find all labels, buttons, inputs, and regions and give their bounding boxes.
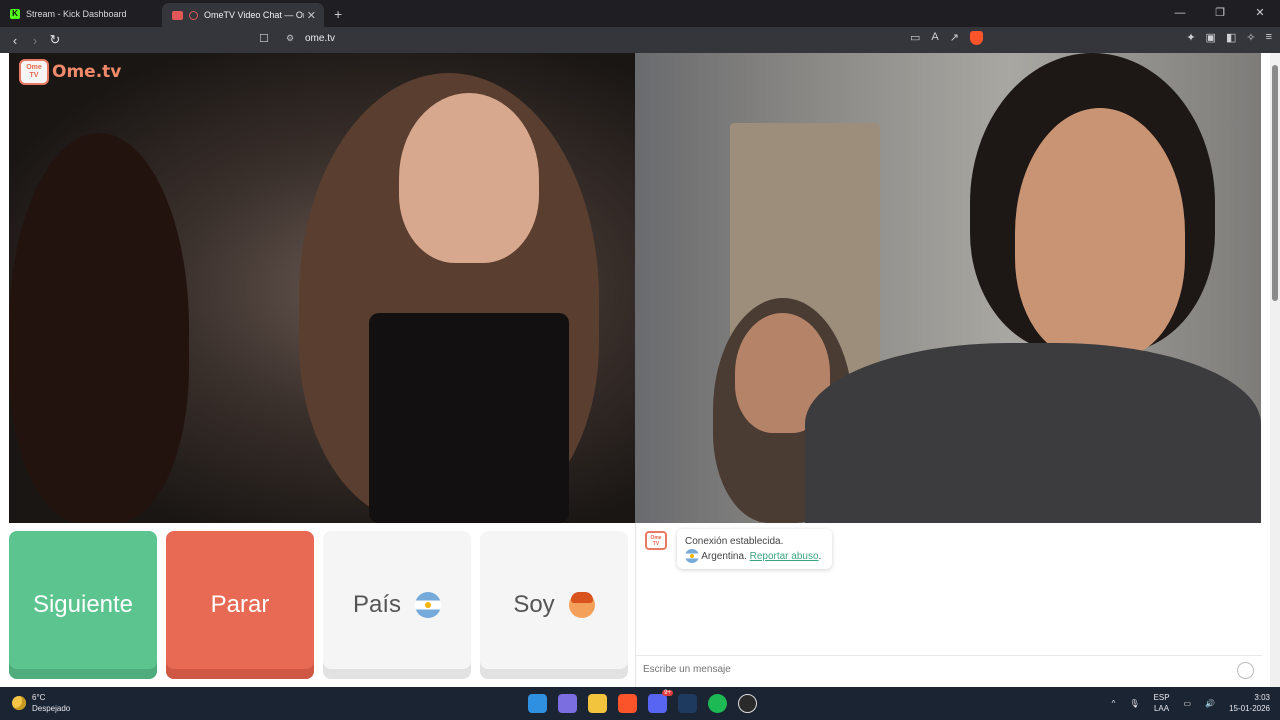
- report-suffix: .: [818, 551, 822, 562]
- brave-shields-icon[interactable]: [969, 31, 983, 45]
- gender-button-label: Soy: [513, 591, 555, 618]
- ometv-logo: Ome TV Ome.tv: [19, 59, 121, 85]
- discord-badge: 9+: [662, 690, 673, 696]
- share-icon[interactable]: ↗: [950, 31, 959, 45]
- recording-icon: [189, 10, 198, 20]
- start-icon[interactable]: [528, 694, 547, 713]
- page: Ome TV Ome.tv Siguiente Parar País Soy O…: [0, 53, 1270, 687]
- translate-icon[interactable]: A: [931, 31, 938, 45]
- logo-text: Ome.tv: [52, 62, 122, 82]
- sidebar-icon[interactable]: ◧: [1226, 31, 1236, 44]
- weather-desc: Despejado: [32, 704, 71, 713]
- tab-title: OmeTV Video Chat — Omeg: [204, 10, 304, 20]
- brave-icon[interactable]: [618, 694, 637, 713]
- maximize-icon[interactable]: ❐: [1200, 0, 1240, 27]
- tab-ometv[interactable]: OmeTV Video Chat — Omeg ✕: [162, 3, 324, 27]
- extensions-icon[interactable]: ✦: [1186, 31, 1195, 44]
- forward-icon[interactable]: ›: [25, 33, 45, 48]
- kick-icon: K: [10, 8, 20, 19]
- close-window-icon[interactable]: ✕: [1240, 0, 1280, 27]
- emoji-icon[interactable]: [1237, 662, 1254, 679]
- country-button-label: País: [352, 591, 402, 618]
- weather-temp: 6°C: [32, 693, 46, 702]
- network-icon[interactable]: ▭: [1184, 699, 1192, 708]
- chat-ometv-icon: Ome TV: [645, 531, 667, 550]
- chat-input-bar: [636, 655, 1262, 687]
- moon-icon: [12, 696, 26, 710]
- tray-overflow-icon[interactable]: ^: [1112, 699, 1116, 708]
- person-face: [1015, 108, 1185, 358]
- system-message: Conexión establecida. Argentina. Reporta…: [677, 529, 832, 569]
- tab-bar: K Stream - Kick Dashboard OmeTV Video Ch…: [0, 0, 1280, 27]
- stranger-video: Ome TV Ome.tv: [9, 53, 635, 523]
- report-abuse-link[interactable]: Reportar abuso: [750, 551, 819, 562]
- message-input[interactable]: [643, 664, 1223, 675]
- site-info-icon[interactable]: ⚙: [286, 33, 294, 44]
- country-button[interactable]: País: [323, 531, 471, 679]
- stop-button[interactable]: Parar: [166, 531, 314, 679]
- system-tray: ^ 🎙 ESP LAA ▭ 🔊 3:03 15-01-2026: [1112, 692, 1270, 714]
- menu-icon[interactable]: ≡: [1266, 31, 1272, 44]
- reload-icon[interactable]: ↻: [45, 32, 65, 48]
- new-tab-icon[interactable]: +: [334, 6, 342, 22]
- ometv-favicon-icon: [172, 10, 183, 20]
- tab-kick-dashboard[interactable]: K Stream - Kick Dashboard: [0, 0, 162, 27]
- stop-button-label: Parar: [210, 591, 270, 618]
- minimize-icon[interactable]: —: [1160, 0, 1200, 27]
- cast-icon[interactable]: ▭: [910, 31, 920, 45]
- window-controls: — ❐ ✕: [1160, 0, 1280, 27]
- spotify-icon[interactable]: [708, 694, 727, 713]
- file-explorer-icon[interactable]: [588, 694, 607, 713]
- connection-status: Conexión establecida.: [685, 536, 784, 547]
- argentina-flag-icon: [685, 549, 699, 564]
- logo-badge: Ome TV: [19, 59, 49, 85]
- person-silhouette: [9, 133, 189, 523]
- taskbar: 6°C Despejado 9+ ^ 🎙 ESP LAA ▭ 🔊 3:03 15…: [0, 687, 1280, 720]
- toolbar-right: ✦ ▣ ◧ ✧ ≡: [1186, 31, 1272, 44]
- weather-widget[interactable]: 6°C Despejado: [12, 692, 70, 714]
- close-tab-icon[interactable]: ✕: [307, 9, 316, 22]
- volume-icon[interactable]: 🔊: [1205, 699, 1215, 708]
- argentina-flag-icon: [415, 592, 442, 618]
- self-video: [635, 53, 1261, 523]
- next-button[interactable]: Siguiente: [9, 531, 157, 679]
- language-code: ESP: [1153, 693, 1170, 702]
- chat-panel: Ome TV Conexión establecida. Argentina. …: [635, 523, 1262, 687]
- discord-icon[interactable]: 9+: [648, 690, 673, 713]
- microphone-icon[interactable]: 🎙: [1129, 699, 1139, 708]
- boy-face-icon: [568, 592, 595, 618]
- partner-country: Argentina. Reportar abuso.: [685, 549, 824, 564]
- tab-title: Stream - Kick Dashboard: [26, 8, 127, 19]
- next-button-label: Siguiente: [32, 591, 134, 618]
- obs-icon[interactable]: [738, 694, 757, 713]
- wallet-icon[interactable]: ▣: [1206, 31, 1216, 44]
- person-face: [399, 93, 539, 263]
- address-actions: ▭ A ↗: [910, 31, 983, 45]
- url-field[interactable]: ome.tv: [305, 33, 335, 44]
- gender-button[interactable]: Soy: [480, 531, 628, 679]
- nav-bar: ‹ › ↻ ☐ ⚙ ome.tv ▭ A ↗ ✦ ▣ ◧ ✧ ≡: [0, 27, 1280, 53]
- language-indicator[interactable]: ESP LAA: [1154, 692, 1170, 714]
- clock-date: 15-01-2026: [1229, 704, 1270, 713]
- steam-icon[interactable]: [678, 694, 697, 713]
- person-shirt: [369, 313, 569, 523]
- clock-time: 3:03: [1254, 693, 1270, 702]
- clock[interactable]: 3:03 15-01-2026: [1229, 692, 1270, 714]
- scrollbar-thumb[interactable]: [1272, 65, 1278, 301]
- person-shirt: [805, 343, 1261, 523]
- copilot-icon[interactable]: [558, 694, 577, 713]
- country-name: Argentina.: [701, 551, 747, 562]
- back-icon[interactable]: ‹: [5, 33, 25, 48]
- taskbar-apps: 9+: [528, 690, 757, 713]
- bookmark-icon[interactable]: ☐: [259, 32, 269, 45]
- leo-icon[interactable]: ✧: [1246, 31, 1255, 44]
- scrollbar[interactable]: [1270, 53, 1280, 687]
- layout-code: LAA: [1153, 704, 1170, 713]
